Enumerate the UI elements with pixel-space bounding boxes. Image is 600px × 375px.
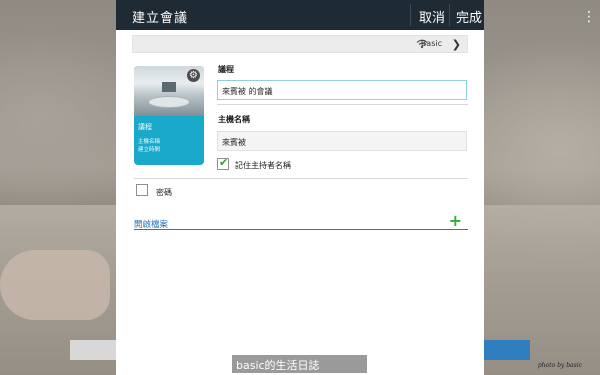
dialog-titlebar: 建立會議 取消 完成 <box>116 0 484 30</box>
cancel-button[interactable]: 取消 <box>419 7 445 26</box>
titlebar-divider <box>449 4 450 26</box>
remember-host-checkbox[interactable]: ✔ <box>217 156 229 170</box>
password-checkbox[interactable] <box>136 184 148 196</box>
checkmark-icon: ✔ <box>219 156 229 169</box>
server-name: Basic <box>420 39 442 48</box>
background-arm <box>0 250 110 320</box>
create-meeting-dialog: 建立會議 取消 完成 Basic ❯ ⚙ 議程 主機名稱 建立時間 議程 來賓被… <box>116 0 484 375</box>
divider <box>134 178 468 179</box>
topic-input[interactable]: 來賓被 的會議 <box>217 80 467 100</box>
background-button-right <box>480 340 530 360</box>
meeting-thumbnail[interactable]: ⚙ 議程 主機名稱 建立時間 <box>134 66 204 165</box>
thumbnail-screen <box>162 82 176 92</box>
done-button[interactable]: 完成 <box>456 7 482 26</box>
host-input[interactable]: 來賓被 <box>217 131 467 151</box>
remember-host-label: 記住主持者名稱 <box>235 161 291 170</box>
open-file-underline <box>134 229 468 230</box>
thumbnail-table <box>148 96 190 108</box>
password-label: 密碼 <box>156 188 172 197</box>
chevron-right-icon: ❯ <box>451 38 461 51</box>
photo-signature: photo by basic <box>537 362 582 369</box>
topic-label: 議程 <box>218 65 234 74</box>
server-selector[interactable]: Basic ❯ <box>132 35 468 53</box>
plus-icon[interactable]: + <box>449 211 462 230</box>
titlebar-divider <box>410 4 411 26</box>
watermark: basic的生活日誌 <box>232 355 367 373</box>
thumbnail-topic: 議程 <box>138 123 152 131</box>
thumbnail-time-line: 建立時間 <box>138 147 161 153</box>
gear-icon[interactable]: ⚙ <box>187 69 200 82</box>
host-label: 主機名稱 <box>218 115 250 124</box>
background-button-left <box>70 340 120 360</box>
thumbnail-host-line: 主機名稱 <box>138 139 161 145</box>
divider <box>217 104 468 105</box>
more-vertical-icon[interactable]: ⋮ <box>582 9 596 25</box>
dialog-title: 建立會議 <box>132 11 189 26</box>
